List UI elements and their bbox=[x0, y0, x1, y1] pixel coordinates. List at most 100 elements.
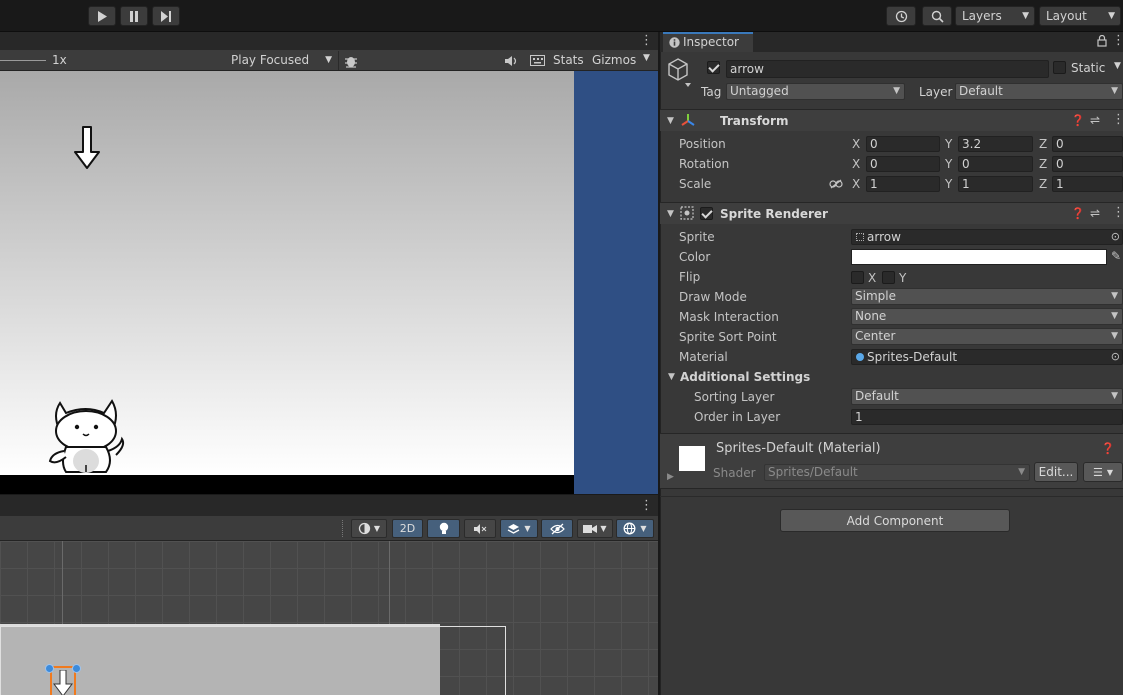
kebab-menu-icon[interactable]: ⋮ bbox=[1118, 441, 1123, 456]
scale-y-field[interactable]: 1 bbox=[958, 176, 1033, 192]
game-canvas[interactable] bbox=[0, 71, 574, 475]
help-icon[interactable]: ❓ bbox=[1071, 208, 1085, 220]
tag-dropdown[interactable]: Untagged ▼ bbox=[726, 83, 905, 100]
play-button[interactable] bbox=[88, 6, 116, 26]
sprite-renderer-enabled-checkbox[interactable] bbox=[700, 207, 713, 220]
active-checkbox[interactable] bbox=[707, 61, 720, 74]
chevron-down-icon: ▼ bbox=[1018, 467, 1025, 477]
shader-options-button[interactable]: ☰ ▼ bbox=[1083, 462, 1123, 482]
transform-header[interactable]: ▼ Transform ❓ ⇌ ⋮ bbox=[660, 109, 1123, 131]
chevron-down-icon[interactable]: ▼ bbox=[643, 53, 650, 63]
layer-dropdown[interactable]: Default ▼ bbox=[955, 83, 1123, 100]
shader-dropdown[interactable]: Sprites/Default ▼ bbox=[764, 464, 1030, 481]
debug-button[interactable] bbox=[338, 51, 362, 70]
axis-y-label: Y bbox=[945, 177, 953, 191]
rotation-y-field[interactable]: 0 bbox=[958, 156, 1033, 172]
camera-settings-button[interactable]: ▼ bbox=[577, 519, 613, 538]
rect-handle[interactable] bbox=[45, 664, 54, 673]
gameobject-cube-icon[interactable] bbox=[667, 58, 693, 88]
scale-z-field[interactable]: 1 bbox=[1052, 176, 1123, 192]
add-component-button[interactable]: Add Component bbox=[780, 509, 1010, 532]
game-view-header: ⋮ bbox=[0, 32, 658, 50]
eyedropper-icon[interactable]: ✎ bbox=[1111, 249, 1121, 263]
foldout-arrow-icon[interactable]: ▼ bbox=[667, 208, 674, 220]
keyboard-shortcuts-button[interactable] bbox=[526, 51, 548, 70]
rect-handle[interactable] bbox=[72, 664, 81, 673]
arrow-icon bbox=[53, 670, 73, 695]
sorting-layer-label: Sorting Layer bbox=[694, 390, 775, 404]
help-icon[interactable]: ❓ bbox=[1101, 442, 1115, 455]
chevron-down-icon[interactable]: ▼ bbox=[1114, 61, 1121, 71]
gizmos-toggle[interactable]: ▼ bbox=[616, 519, 654, 538]
kebab-menu-icon[interactable]: ⋮ bbox=[1112, 33, 1123, 48]
position-x-field[interactable]: 0 bbox=[866, 136, 940, 152]
chevron-down-icon: ▼ bbox=[1111, 86, 1118, 96]
static-checkbox[interactable] bbox=[1053, 61, 1066, 74]
color-swatch[interactable] bbox=[851, 249, 1107, 265]
draw-mode-button[interactable]: ▼ bbox=[351, 519, 387, 538]
axis-x-label: X bbox=[852, 177, 861, 191]
pause-button[interactable] bbox=[120, 6, 148, 26]
additional-settings-label[interactable]: Additional Settings bbox=[680, 370, 810, 384]
sprite-object-field[interactable]: arrow ⊙ bbox=[851, 229, 1123, 245]
edit-shader-button[interactable]: Edit... bbox=[1034, 462, 1078, 482]
flip-y-checkbox[interactable] bbox=[882, 271, 895, 284]
object-picker-icon[interactable]: ⊙ bbox=[1111, 230, 1120, 244]
chevron-down-icon: ▼ bbox=[640, 524, 647, 533]
chevron-down-icon: ▼ bbox=[373, 524, 381, 533]
layer-value: Default bbox=[959, 84, 1003, 98]
pause-icon bbox=[130, 10, 138, 22]
lock-icon[interactable] bbox=[1096, 35, 1108, 47]
audio-toggle[interactable] bbox=[464, 519, 496, 538]
mask-interaction-dropdown[interactable]: None ▼ bbox=[851, 308, 1123, 325]
material-value: Sprites-Default bbox=[867, 350, 958, 364]
kebab-menu-icon[interactable]: ⋮ bbox=[1112, 206, 1123, 219]
draw-mode-dropdown[interactable]: Simple ▼ bbox=[851, 288, 1123, 305]
scale-x-field[interactable]: 1 bbox=[866, 176, 940, 192]
layout-dropdown[interactable]: Layout ▼ bbox=[1039, 6, 1121, 26]
lighting-toggle[interactable] bbox=[427, 519, 460, 538]
foldout-arrow-icon[interactable]: ▶ bbox=[667, 472, 674, 482]
presets-icon[interactable]: ⇌ bbox=[1090, 207, 1100, 219]
scene-viewport[interactable] bbox=[0, 541, 658, 695]
help-icon[interactable]: ❓ bbox=[1071, 115, 1085, 127]
rotation-z-field[interactable]: 0 bbox=[1052, 156, 1123, 172]
history-button[interactable] bbox=[886, 6, 916, 26]
mute-audio-button[interactable] bbox=[500, 51, 522, 70]
lightbulb-icon bbox=[439, 522, 448, 534]
sorting-layer-dropdown[interactable]: Default ▼ bbox=[851, 388, 1123, 405]
layers-dropdown[interactable]: Layers ▼ bbox=[955, 6, 1035, 26]
sprite-sort-point-dropdown[interactable]: Center ▼ bbox=[851, 328, 1123, 345]
object-name-input[interactable]: arrow bbox=[726, 60, 1049, 78]
kebab-menu-icon[interactable]: ⋮ bbox=[1112, 113, 1123, 126]
search-button[interactable] bbox=[922, 6, 952, 26]
flip-x-checkbox[interactable] bbox=[851, 271, 864, 284]
stats-button[interactable]: Stats bbox=[553, 53, 584, 67]
object-picker-icon[interactable]: ⊙ bbox=[1111, 350, 1120, 364]
axis-y-label: Y bbox=[945, 157, 953, 171]
foldout-arrow-icon[interactable]: ▼ bbox=[667, 115, 674, 127]
layout-label: Layout bbox=[1046, 9, 1087, 23]
audio-mute-icon bbox=[474, 523, 487, 534]
kebab-menu-icon[interactable]: ⋮ bbox=[640, 33, 653, 48]
gizmos-button[interactable]: Gizmos bbox=[592, 53, 636, 67]
presets-icon[interactable]: ⇌ bbox=[1090, 114, 1100, 126]
step-button[interactable] bbox=[152, 6, 180, 26]
position-z-field[interactable]: 0 bbox=[1052, 136, 1123, 152]
position-y-field[interactable]: 3.2 bbox=[958, 136, 1033, 152]
foldout-arrow-icon[interactable]: ▼ bbox=[668, 372, 675, 382]
effects-toggle[interactable]: ▼ bbox=[500, 519, 538, 538]
axis-z-label: Z bbox=[1039, 137, 1048, 151]
scene-visibility-toggle[interactable] bbox=[541, 519, 573, 538]
material-object-field[interactable]: Sprites-Default ⊙ bbox=[851, 349, 1123, 365]
rotation-x-field[interactable]: 0 bbox=[866, 156, 940, 172]
kebab-menu-icon[interactable]: ⋮ bbox=[640, 498, 653, 513]
sprite-renderer-header[interactable]: ▼ Sprite Renderer ❓ ⇌ ⋮ bbox=[660, 202, 1123, 224]
color-label: Color bbox=[679, 250, 711, 264]
play-focused-dropdown[interactable]: Play Focused ▼ bbox=[226, 50, 336, 71]
tab-inspector[interactable]: Inspector bbox=[663, 32, 753, 52]
order-in-layer-field[interactable]: 1 bbox=[851, 409, 1123, 425]
scale-slider[interactable] bbox=[0, 60, 46, 61]
mode-2d-toggle[interactable]: 2D bbox=[392, 519, 423, 538]
unlinked-scale-icon[interactable] bbox=[829, 179, 843, 189]
